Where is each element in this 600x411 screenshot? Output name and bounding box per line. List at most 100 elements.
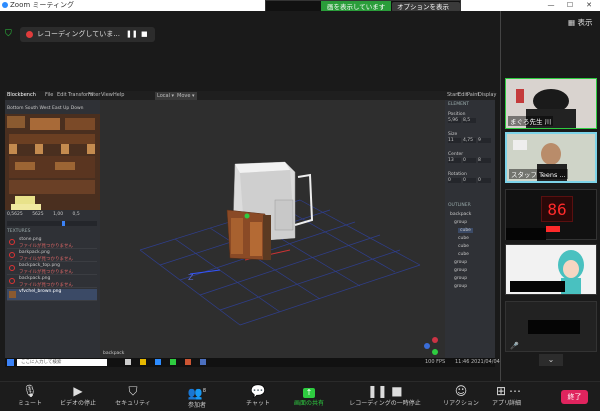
- pause-recording-icon[interactable]: ❚❚: [126, 27, 138, 42]
- rotation-x-input[interactable]: 0: [448, 178, 461, 183]
- outliner-header: OUTLINER: [448, 203, 471, 208]
- participants-button[interactable]: 👥8 参加者: [176, 385, 218, 410]
- minimize-button[interactable]: —: [544, 0, 558, 11]
- more-button[interactable]: ⋯ 詳細: [502, 385, 528, 408]
- tab-bottom[interactable]: Bottom: [7, 106, 24, 111]
- mic-icon: 🎙: [22, 384, 38, 398]
- center-y-input[interactable]: 0: [463, 158, 476, 163]
- axis-z-line: [189, 269, 221, 275]
- uv-slider-handle[interactable]: [62, 221, 65, 226]
- size-z-input[interactable]: 9: [478, 138, 491, 143]
- menu-file[interactable]: File: [45, 91, 53, 100]
- bottom-tab[interactable]: backpack: [103, 351, 124, 356]
- chat-icon: 💬: [250, 384, 266, 398]
- participant-tile-active[interactable]: スタッフ Teens ...: [505, 132, 597, 183]
- participant-tile[interactable]: 86: [505, 189, 597, 240]
- blockbench-menubar: Blockbench File Edit Transform Filter Vi…: [5, 91, 496, 101]
- folder-icon[interactable]: [140, 359, 146, 365]
- red-light-icon: [546, 226, 560, 232]
- menu-view[interactable]: View: [101, 91, 113, 100]
- 3d-viewport[interactable]: Z: [100, 100, 445, 358]
- meeting-area: ⛉ レコーディングしていま... ❚❚ ■ Blockbench File Ed…: [0, 11, 500, 381]
- element-header: ELEMENT: [448, 102, 470, 107]
- taskbar-app-icon[interactable]: [170, 359, 176, 365]
- texture-item[interactable]: backpack.png ファイルが見つかりません: [7, 276, 97, 288]
- menu-help[interactable]: Help: [113, 91, 124, 100]
- windows-taskbar: ここに入力して検索 100 FPS 11:46 2021/04/04: [5, 358, 500, 367]
- reactions-button[interactable]: ☺ リアクション: [438, 385, 484, 408]
- uv-value[interactable]: 0,5: [73, 212, 80, 217]
- chat-button[interactable]: 💬 チャット: [240, 384, 276, 408]
- position-y-input[interactable]: 8,5: [463, 118, 476, 123]
- rotation-z-input[interactable]: 0: [478, 178, 491, 183]
- texture-item[interactable]: stone.png ファイルが見つかりません: [7, 237, 97, 249]
- outliner-item[interactable]: group: [454, 220, 467, 225]
- stop-recording-icon[interactable]: ■: [141, 27, 148, 42]
- outliner-item[interactable]: group: [454, 260, 467, 265]
- backpack-model: [226, 161, 314, 261]
- outliner-item[interactable]: group: [454, 276, 467, 281]
- participant-tile[interactable]: [505, 244, 597, 295]
- center-x-input[interactable]: 13: [448, 158, 461, 163]
- position-x-input[interactable]: 5,96: [448, 118, 461, 123]
- menu-edit[interactable]: Edit: [57, 91, 67, 100]
- rotation-fields: 0 0 0: [448, 178, 492, 184]
- participant-tile[interactable]: 🎤: [505, 301, 597, 352]
- record-icon: ❚❚ ■: [367, 384, 403, 398]
- end-meeting-button[interactable]: 終了: [561, 390, 588, 404]
- rotation-y-input[interactable]: 0: [463, 178, 476, 183]
- security-button[interactable]: ⛉ セキュリティ: [112, 385, 154, 408]
- texture-item[interactable]: barkpack.png ファイルが見つかりません: [7, 250, 97, 262]
- blockbench-taskbar-icon[interactable]: [200, 359, 206, 365]
- outliner-item[interactable]: group: [454, 268, 467, 273]
- outliner-item[interactable]: cube: [458, 236, 469, 241]
- center-z-input[interactable]: 8: [478, 158, 491, 163]
- uv-value[interactable]: 5625: [32, 212, 43, 217]
- maximize-button[interactable]: ☐: [563, 0, 577, 11]
- zoom-logo-icon: [2, 2, 8, 8]
- view-button[interactable]: ▦ 表示: [568, 17, 592, 28]
- menu-filter[interactable]: Filter: [88, 91, 100, 100]
- outliner-item-selected[interactable]: cube: [458, 228, 473, 233]
- uv-texture-canvas[interactable]: [5, 114, 100, 210]
- stop-video-button[interactable]: ▶ ビデオの停止: [55, 385, 101, 408]
- tab-display[interactable]: Display: [478, 91, 496, 100]
- uv-value[interactable]: 0,5625: [7, 212, 23, 217]
- shield-icon[interactable]: ⛉: [5, 29, 15, 40]
- texture-note: ファイルが見つかりません: [19, 244, 73, 249]
- tab-down[interactable]: Down: [71, 106, 84, 111]
- texture-name: vfvchel_brown.png: [19, 289, 62, 294]
- tab-west[interactable]: West: [39, 106, 50, 111]
- size-y-input[interactable]: 4,75: [463, 138, 476, 143]
- outliner-item[interactable]: cube: [458, 244, 469, 249]
- uv-value[interactable]: 1,00: [53, 212, 63, 217]
- mute-button[interactable]: 🎙 ミュート: [12, 384, 48, 408]
- zoom-taskbar-icon[interactable]: [155, 359, 161, 365]
- shared-screen: Blockbench File Edit Transform Filter Vi…: [5, 91, 500, 367]
- uv-toolbar[interactable]: [7, 221, 97, 226]
- outliner-item[interactable]: cube: [458, 252, 469, 257]
- tab-up[interactable]: Up: [63, 106, 69, 111]
- close-button[interactable]: ✕: [582, 0, 596, 11]
- share-screen-button[interactable]: ↑ 画面の共有: [286, 385, 332, 407]
- texture-item-selected[interactable]: vfvchel_brown.png: [7, 289, 97, 301]
- windows-start-icon[interactable]: [7, 359, 14, 366]
- taskbar-app-icon[interactable]: [185, 359, 191, 365]
- size-fields: 11 4,75 9: [448, 138, 492, 144]
- participant-tile[interactable]: まぐろ先生 川: [505, 78, 597, 129]
- video-label: ビデオの停止: [59, 400, 96, 407]
- tab-east[interactable]: East: [52, 106, 62, 111]
- outliner-item[interactable]: backpack: [450, 212, 471, 217]
- outliner-item[interactable]: group: [454, 284, 467, 289]
- scroll-down-button[interactable]: ⌄: [539, 354, 563, 366]
- model-preview[interactable]: Z: [100, 100, 445, 358]
- face-tabs: Bottom South West East Up Down: [7, 106, 99, 111]
- taskbar-app-icon[interactable]: [125, 359, 131, 365]
- uv-panel: Bottom South West East Up Down 0,5625 56…: [5, 100, 100, 358]
- size-x-input[interactable]: 11: [448, 138, 461, 143]
- pause-recording-button[interactable]: ❚❚ ■ レコーディングの一時停止: [340, 384, 430, 408]
- taskbar-search-input[interactable]: ここに入力して検索: [17, 359, 107, 366]
- texture-name: backpack_top.png: [19, 263, 61, 268]
- tab-south[interactable]: South: [25, 106, 38, 111]
- texture-item[interactable]: backpack_top.png ファイルが見つかりません: [7, 263, 97, 275]
